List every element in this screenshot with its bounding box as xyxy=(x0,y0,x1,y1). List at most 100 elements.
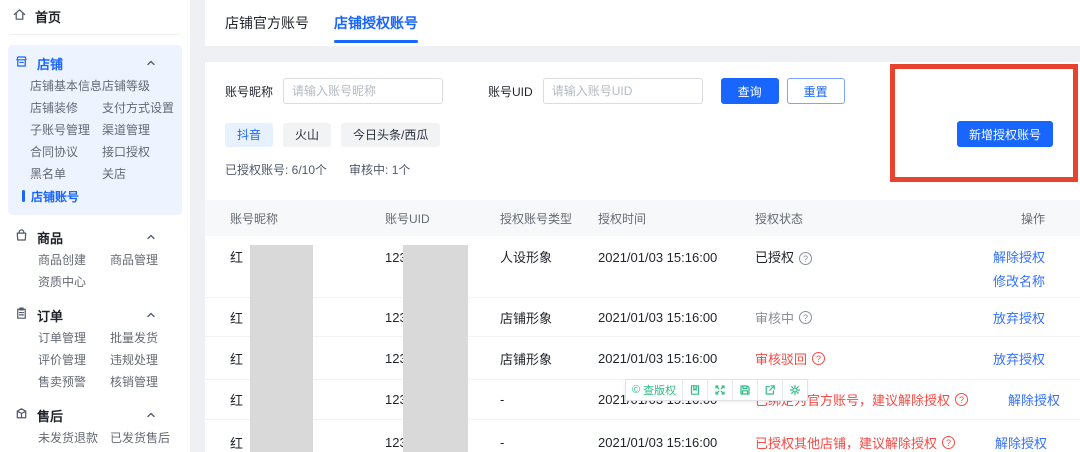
sidebar-group-aftersale-header[interactable]: 售后 xyxy=(8,403,182,427)
chevron-up-icon[interactable] xyxy=(146,233,156,241)
sidebar-item[interactable]: 评价管理 xyxy=(38,349,110,371)
info-icon[interactable]: ? xyxy=(955,393,969,406)
reset-button[interactable]: 重置 xyxy=(786,78,845,104)
table-row: 红 123 - 2021/01/03 15:16:00 已授权其他店铺，建议解除… xyxy=(205,420,1080,452)
sidebar-item[interactable]: 关店 xyxy=(102,163,182,185)
cell-time: 2021/01/03 15:16:00 xyxy=(598,309,718,325)
sidebar-item[interactable]: 店铺基本信息 xyxy=(30,75,102,97)
abandon-auth-link[interactable]: 放弃授权 xyxy=(993,349,1045,368)
sidebar-item[interactable]: 子账号管理 xyxy=(30,119,102,141)
orders-icon xyxy=(14,306,29,324)
info-icon[interactable]: ? xyxy=(799,310,813,324)
sidebar-item[interactable]: 商品创建 xyxy=(38,249,110,271)
sidebar-item[interactable]: 合同协议 xyxy=(30,141,102,163)
sidebar-item[interactable]: 商品管理 xyxy=(110,249,182,271)
sidebar-item[interactable]: 售卖预警 xyxy=(38,371,110,393)
export-icon xyxy=(764,384,776,396)
export-button[interactable] xyxy=(758,380,784,400)
gear-icon xyxy=(789,384,801,396)
sidebar-group-orders: 订单 订单管理 批量发货 评价管理 违规处理 售卖预警 核销管理 xyxy=(8,303,182,393)
chevron-up-icon[interactable] xyxy=(146,411,156,419)
shop-icon xyxy=(14,54,29,72)
col-header-time: 授权时间 xyxy=(598,211,647,226)
sidebar-item[interactable]: 核销管理 xyxy=(110,371,182,393)
sidebar-home-label: 首页 xyxy=(35,9,62,25)
sidebar-group-aftersale: 售后 未发货退款 已发货售后 xyxy=(8,403,182,449)
uid-input[interactable] xyxy=(542,78,703,104)
sidebar-item[interactable]: 店铺等级 xyxy=(102,75,182,97)
info-icon[interactable]: ? xyxy=(799,251,813,265)
platform-tab-huoshan[interactable]: 火山 xyxy=(283,123,332,147)
sidebar-item[interactable]: 已发货售后 xyxy=(110,427,182,449)
chevron-up-icon[interactable] xyxy=(146,59,156,67)
sidebar: 首页 店铺 店铺基本信息 店铺等级 店铺装修 支付方式设置 子账号管理 渠道管理… xyxy=(0,0,190,452)
sidebar-item[interactable]: 批量发货 xyxy=(110,327,182,349)
sidebar-group-shop-header[interactable]: 店铺 xyxy=(8,51,182,75)
cell-type: 店铺形象 xyxy=(500,310,553,326)
nickname-label: 账号昵称 xyxy=(225,84,274,99)
page-tab-bar: 店铺官方账号 店铺授权账号 xyxy=(205,0,1080,46)
active-indicator-bar xyxy=(22,190,25,202)
cell-type: 人设形象 xyxy=(500,250,553,265)
sidebar-group-orders-header[interactable]: 订单 xyxy=(8,303,182,327)
book-icon xyxy=(689,384,701,396)
status-badge: 已授权其他店铺，建议解除授权? xyxy=(755,433,956,452)
cell-type: - xyxy=(500,392,505,407)
revoke-auth-link[interactable]: 解除授权 xyxy=(953,246,1045,270)
redacted-nickname-bar xyxy=(250,245,313,452)
sidebar-item[interactable]: 违规处理 xyxy=(110,349,182,371)
expand-button[interactable] xyxy=(708,380,734,400)
save-button[interactable] xyxy=(733,380,759,400)
platform-tab-toutiao-xigua[interactable]: 今日头条/西瓜 xyxy=(341,123,441,147)
sidebar-group-goods: 商品 商品创建 商品管理 资质中心 xyxy=(8,225,182,293)
redacted-uid-bar xyxy=(403,245,468,452)
accounts-table: 账号昵称 账号UID 授权账号类型 授权时间 授权状态 操作 红 123 人设形… xyxy=(205,200,1080,452)
goods-icon xyxy=(14,228,29,246)
sidebar-item[interactable]: 未发货退款 xyxy=(38,427,110,449)
sidebar-item[interactable]: 资质中心 xyxy=(38,271,110,293)
sidebar-item-shop-account-active[interactable]: 店铺账号 xyxy=(8,185,182,207)
sidebar-item-home[interactable]: 首页 xyxy=(0,0,190,32)
authorized-count: 已授权账号: 6/10个 xyxy=(225,163,328,177)
platform-tabs: 抖音 火山 今日头条/西瓜 xyxy=(225,123,441,147)
copyright-check-button[interactable]: © 查版权 xyxy=(626,380,684,400)
info-icon[interactable]: ? xyxy=(942,436,956,449)
table-header-row: 账号昵称 账号UID 授权账号类型 授权时间 授权状态 操作 xyxy=(205,200,1080,236)
sidebar-group-shop-label: 店铺 xyxy=(37,56,64,72)
sidebar-item[interactable]: 渠道管理 xyxy=(102,119,182,141)
sidebar-item[interactable]: 接口授权 xyxy=(102,141,182,163)
table-row: 红 123 店铺形象 2021/01/03 15:16:00 审核中? 放弃授权 xyxy=(205,298,1080,337)
sidebar-item[interactable]: 黑名单 xyxy=(30,163,102,185)
col-header-actions: 操作 xyxy=(1020,211,1045,226)
chevron-up-icon[interactable] xyxy=(146,311,156,319)
cell-time: 2021/01/03 15:16:00 xyxy=(598,250,718,265)
expand-icon xyxy=(714,384,726,396)
add-authorized-account-button[interactable]: 新增授权账号 xyxy=(957,121,1053,147)
platform-tab-douyin[interactable]: 抖音 xyxy=(225,123,274,147)
cell-time: 2021/01/03 15:16:00 xyxy=(598,350,718,366)
sidebar-group-goods-header[interactable]: 商品 xyxy=(8,225,182,249)
abandon-auth-link[interactable]: 放弃授权 xyxy=(993,308,1045,327)
tab-authorized-account[interactable]: 店铺授权账号 xyxy=(334,0,418,46)
sidebar-group-shop: 店铺 店铺基本信息 店铺等级 店铺装修 支付方式设置 子账号管理 渠道管理 合同… xyxy=(8,45,182,215)
tab-official-account[interactable]: 店铺官方账号 xyxy=(225,0,309,46)
rename-link[interactable]: 修改名称 xyxy=(953,270,1045,294)
revoke-auth-link[interactable]: 解除授权 xyxy=(1008,390,1060,409)
sidebar-item[interactable]: 店铺装修 xyxy=(30,97,102,119)
cell-type: - xyxy=(500,435,505,450)
authorization-summary: 已授权账号: 6/10个 审核中: 1个 xyxy=(225,161,410,178)
revoke-auth-link[interactable]: 解除授权 xyxy=(995,433,1047,452)
sidebar-item[interactable]: 订单管理 xyxy=(38,327,110,349)
info-icon[interactable]: ? xyxy=(812,351,826,365)
copyright-icon: © xyxy=(632,384,641,396)
table-row: 红 123 店铺形象 2021/01/03 15:16:00 审核驳回? 放弃授… xyxy=(205,337,1080,380)
settings-button[interactable] xyxy=(783,380,807,400)
image-book-button[interactable] xyxy=(683,380,709,400)
nickname-input[interactable] xyxy=(283,78,444,104)
cell-type: 店铺形象 xyxy=(500,351,553,367)
col-header-type: 授权账号类型 xyxy=(500,211,573,226)
search-button[interactable]: 查询 xyxy=(720,78,779,104)
status-badge: 审核驳回? xyxy=(755,349,826,368)
table-row: 红 123 人设形象 2021/01/03 15:16:00 已授权? 解除授权… xyxy=(205,236,1080,298)
sidebar-item[interactable]: 支付方式设置 xyxy=(102,97,182,119)
